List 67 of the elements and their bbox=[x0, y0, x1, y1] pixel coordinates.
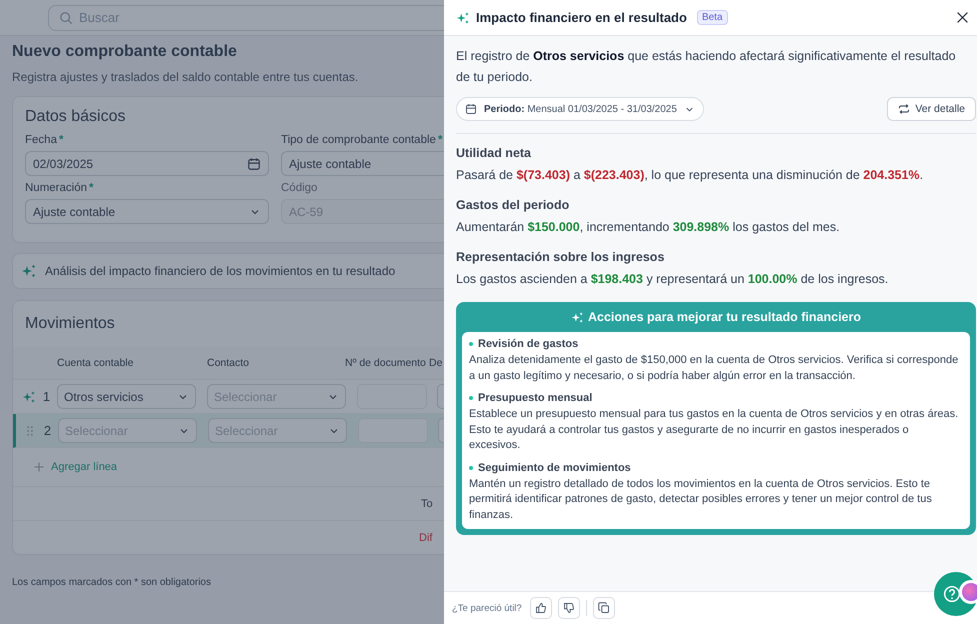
action-text: Mantén un registro detallado de todos los movimientos en la cuenta de Otros servicios. Esto te permitirá identificar patrones de gasto, detectar posibles errores y tener un mejor control de tus finanzas. bbox=[469, 476, 933, 522]
bullet-icon bbox=[469, 396, 473, 400]
period-selector[interactable]: Periodo: Mensual 01/03/2025 - 31/03/2025 bbox=[456, 97, 704, 121]
date-field[interactable]: 02/03/2025 bbox=[25, 151, 269, 176]
action-title: Presupuesto mensual bbox=[478, 392, 592, 404]
analysis-bar[interactable]: Análisis del impacto financiero de los movimientos en tu resultado bbox=[12, 253, 444, 289]
action-title: Revisión de gastos bbox=[478, 338, 578, 350]
plus-icon bbox=[33, 461, 45, 473]
drag-handle-icon[interactable] bbox=[24, 424, 36, 436]
page-title: Nuevo comprobante contable bbox=[12, 43, 238, 61]
analysis-text: Análisis del impacto financiero de los movimientos en tu resultado bbox=[45, 264, 396, 278]
close-icon[interactable] bbox=[956, 11, 969, 24]
action-title: Seguimiento de movimientos bbox=[478, 462, 631, 474]
section-heading: Representación sobre los ingresos bbox=[456, 250, 666, 264]
total-label: To bbox=[421, 498, 433, 510]
bullet-icon bbox=[469, 342, 473, 346]
field-label: Código bbox=[281, 182, 318, 196]
column-header: Cuenta contable bbox=[57, 357, 134, 369]
thumbs-down-icon bbox=[562, 602, 575, 614]
thumbs-up-button[interactable] bbox=[530, 597, 552, 619]
field-label: Tipo de comprobante contable bbox=[281, 134, 436, 148]
thumbs-down-button[interactable] bbox=[558, 597, 580, 619]
actions-title: Acciones para mejorar tu resultado financiero bbox=[588, 310, 861, 324]
feedback-question: ¿Te pareció útil? bbox=[452, 602, 522, 614]
detail-button[interactable]: Ver detalle bbox=[887, 97, 976, 121]
action-text: Establece un presupuesto mensual para tus gastos en la cuenta de Otros servicios y en otras áreas. Esto te ayudará a controlar tus gastos y asegurarte de no incurrir en gastos inesperados o excesivos. bbox=[469, 407, 960, 453]
sparkle-icon bbox=[22, 390, 36, 404]
field-label: Fecha bbox=[25, 134, 57, 148]
action-text: Analiza detenidamente el gasto de $150,000 en la cuenta de Otros servicios. Verifica si corresponde a un gasto legítimo y necesario, o si podría haber algún error en la transacción. bbox=[469, 353, 960, 384]
beta-badge: Beta bbox=[696, 10, 728, 25]
required-mark: * bbox=[438, 134, 442, 148]
sparkle-icon bbox=[21, 263, 37, 279]
footnote: Los campos marcados con * son obligatorios bbox=[12, 577, 212, 588]
sparkle-icon bbox=[571, 310, 584, 324]
panel-title: Impacto financiero en el resultado bbox=[476, 10, 687, 25]
input-field[interactable]: Ajuste contable bbox=[281, 151, 444, 176]
difference-label: Dif bbox=[419, 532, 432, 544]
column-header: Nº de documento bbox=[345, 357, 427, 369]
sparkle-icon bbox=[456, 10, 470, 24]
search-icon bbox=[59, 10, 73, 24]
column-header: De bbox=[429, 357, 444, 369]
field-label: Numeración bbox=[25, 182, 87, 196]
section-text: Pasará de $(73.403) a $(223.403), lo que representa una disminución de 204.351%. bbox=[456, 167, 924, 184]
page-subtitle: Registra ajustes y traslados del saldo contable entre tus cuentas. bbox=[12, 70, 360, 84]
required-mark: * bbox=[58, 134, 64, 148]
section-text: Los gastos ascienden a $198.403 y representará un 100.00% de los ingresos. bbox=[456, 271, 890, 288]
column-header: Contacto bbox=[207, 357, 250, 369]
calendar-icon bbox=[465, 103, 477, 115]
section-title: Datos básicos bbox=[25, 108, 126, 126]
section-text: Aumentarán $150.000, incrementando 309.898% los gastos del mes. bbox=[456, 219, 841, 236]
calendar-icon bbox=[247, 156, 261, 170]
swap-arrows-icon bbox=[898, 103, 910, 115]
help-icon bbox=[943, 585, 961, 603]
section-title: Movimientos bbox=[25, 315, 115, 333]
required-mark: * bbox=[89, 182, 94, 196]
bullet-icon bbox=[469, 466, 473, 470]
copy-icon bbox=[598, 602, 610, 614]
row-number: 1 bbox=[42, 389, 52, 404]
intro-text: El registro de Otros servicios que estás haciendo afectará significativamente el resultado de tu periodo. bbox=[456, 48, 957, 86]
thumbs-up-icon bbox=[534, 602, 547, 614]
select-field[interactable]: Otros servicios bbox=[57, 384, 196, 409]
copy-button[interactable] bbox=[592, 597, 615, 619]
section-heading: Utilidad neta bbox=[456, 146, 532, 160]
section-heading: Gastos del periodo bbox=[456, 198, 570, 212]
add-line-link[interactable]: Agregar línea bbox=[51, 461, 118, 473]
select-field[interactable]: Ajuste contable bbox=[25, 199, 269, 224]
row-number: 2 bbox=[42, 423, 52, 438]
